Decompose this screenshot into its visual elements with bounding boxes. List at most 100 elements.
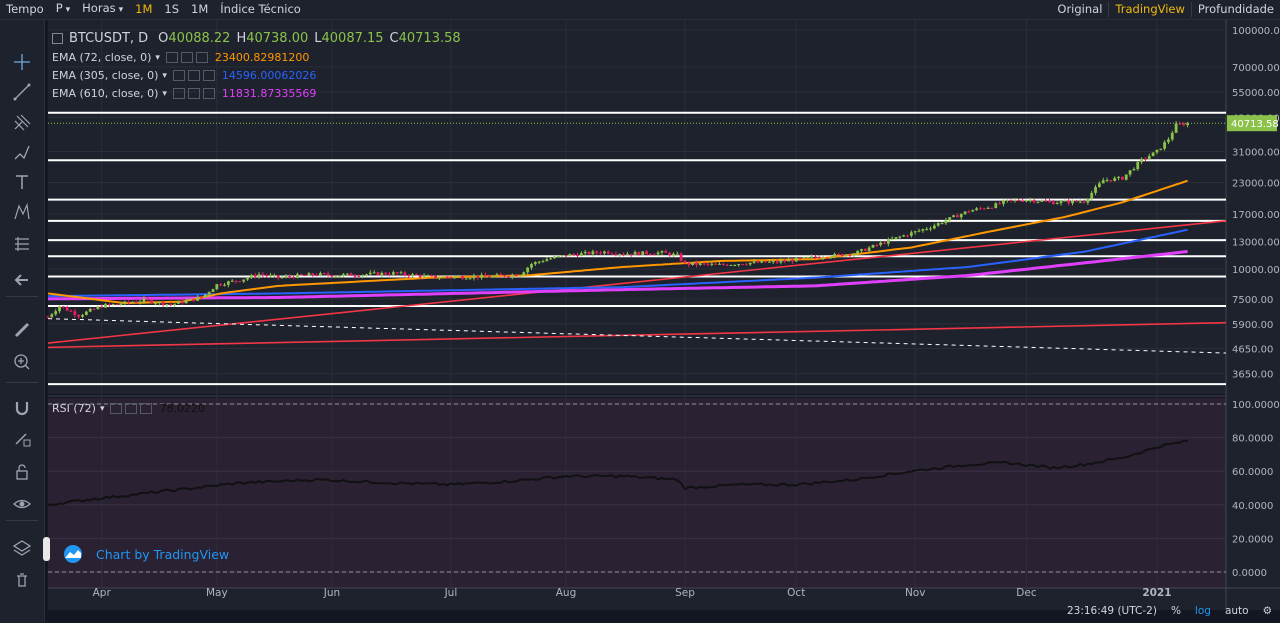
hide-icon[interactable] — [180, 52, 193, 63]
candle-body-221 — [894, 237, 898, 239]
candle-body-202 — [821, 257, 825, 259]
last-price-label: 40713.58 — [1231, 119, 1279, 130]
candle-body-264 — [1059, 201, 1063, 204]
hide-icon[interactable] — [187, 70, 200, 81]
candle-body-256 — [1028, 199, 1032, 201]
candle-body-98 — [422, 275, 426, 278]
candle-body-290 — [1159, 148, 1163, 150]
close-label: C — [389, 31, 399, 46]
bottom-status-bar: 23:16:49 (UTC-2) % log auto ⚙ — [1053, 605, 1272, 617]
candle-body-186 — [760, 260, 764, 263]
candle-body-211 — [856, 250, 860, 255]
candle-body-260 — [1044, 200, 1048, 202]
remove-icon[interactable] — [195, 52, 208, 63]
candle-body-214 — [867, 247, 871, 251]
settings-icon[interactable] — [165, 52, 178, 63]
candle-body-9 — [81, 314, 84, 317]
remove-icon[interactable] — [202, 70, 215, 81]
ema305-value: 14596.00062026 — [221, 69, 317, 82]
candle-body-120 — [507, 276, 510, 278]
candle-body-208 — [844, 254, 848, 257]
caret-icon[interactable]: ▾ — [162, 89, 167, 99]
candle-body-66 — [299, 274, 303, 276]
hide-icon[interactable] — [187, 88, 200, 99]
log-toggle[interactable]: log — [1195, 605, 1211, 617]
hide-icon[interactable] — [125, 403, 138, 414]
high-value: 40738.00 — [246, 31, 309, 46]
candle-body-121 — [510, 274, 514, 277]
remove-icon[interactable] — [202, 88, 215, 99]
auto-toggle[interactable]: auto — [1225, 605, 1249, 617]
low-label: L — [314, 31, 322, 46]
candle-body-215 — [871, 244, 875, 248]
candle-body-69 — [311, 273, 315, 276]
candle-body-3 — [58, 306, 61, 312]
candle-body-64 — [292, 276, 295, 278]
candle-body-59 — [272, 275, 276, 277]
caret-icon[interactable]: ▾ — [100, 404, 105, 414]
candle-body-154 — [637, 251, 641, 255]
candle-body-136 — [568, 254, 572, 257]
ema305-legend[interactable]: EMA (305, close, 0) ▾ 14596.00062026 — [52, 69, 316, 82]
settings-icon[interactable] — [110, 403, 123, 414]
candle-body-127 — [533, 262, 537, 265]
candle-body-78 — [345, 273, 349, 275]
y-tick-label-7: 13000.00 — [1232, 238, 1280, 249]
candle-body-28 — [154, 303, 157, 305]
candle-body-187 — [764, 260, 767, 263]
settings-icon[interactable] — [172, 88, 185, 99]
candle-body-81 — [357, 276, 361, 278]
candle-body-146 — [606, 251, 610, 254]
candle-body-128 — [537, 261, 541, 263]
settings-icon[interactable] — [172, 70, 185, 81]
candle-body-243 — [979, 208, 982, 210]
candle-body-32 — [169, 304, 173, 306]
ema72-name: EMA (72, close, 0) — [52, 51, 152, 64]
candle-body-235 — [948, 217, 952, 221]
candle-body-293 — [1170, 132, 1174, 140]
symbol-label[interactable]: BTCUSDT, D — [69, 31, 148, 46]
candle-body-267 — [1071, 200, 1074, 204]
caret-icon[interactable]: ▾ — [162, 71, 167, 81]
candle-body-117 — [495, 274, 499, 276]
candle-body-88 — [384, 272, 388, 275]
remove-icon[interactable] — [140, 403, 153, 414]
candle-body-112 — [476, 276, 480, 278]
y-tick-label-1: 70000.00 — [1232, 63, 1280, 74]
ema72-legend[interactable]: EMA (72, close, 0) ▾ 23400.82981200 — [52, 51, 309, 64]
candle-body-151 — [626, 253, 629, 255]
tradingview-watermark[interactable]: Chart by TradingView — [62, 545, 229, 563]
candle-body-17 — [111, 304, 115, 306]
candle-body-114 — [484, 274, 487, 277]
x-tick-label-9: 2021 — [1142, 587, 1171, 599]
rsi-legend[interactable]: RSI (72) ▾ 78.0220 — [52, 402, 205, 415]
candle-body-24 — [138, 301, 142, 303]
caret-icon[interactable]: ▾ — [155, 53, 160, 63]
candle-body-72 — [322, 273, 326, 275]
candle-body-131 — [549, 258, 553, 260]
candle-body-147 — [610, 253, 614, 255]
candle-body-226 — [913, 231, 917, 233]
candle-body-205 — [833, 253, 837, 258]
x-tick-label-2: Jun — [323, 587, 340, 599]
candle-body-209 — [848, 254, 852, 256]
rsi-value: 78.0220 — [159, 402, 205, 415]
candle-body-79 — [349, 273, 353, 276]
candle-body-289 — [1155, 149, 1159, 153]
candle-body-179 — [733, 264, 737, 266]
toolbar-collapse-handle[interactable] — [43, 537, 50, 561]
candle-body-219 — [886, 239, 890, 244]
candle-body-11 — [88, 308, 92, 312]
x-tick-label-3: Jul — [444, 587, 458, 599]
candle-body-185 — [756, 261, 760, 263]
x-tick-label-8: Dec — [1016, 587, 1037, 599]
candle-body-49 — [234, 280, 238, 282]
settings-gear-icon[interactable]: ⚙ — [1263, 605, 1272, 617]
ema610-legend[interactable]: EMA (610, close, 0) ▾ 11831.87335569 — [52, 87, 316, 100]
collapse-legend-icon[interactable] — [52, 33, 63, 44]
watermark-text: Chart by TradingView — [96, 546, 230, 562]
candle-body-42 — [207, 292, 211, 295]
candle-body-89 — [388, 274, 391, 276]
candle-body-255 — [1025, 200, 1028, 202]
percent-toggle[interactable]: % — [1171, 605, 1181, 617]
